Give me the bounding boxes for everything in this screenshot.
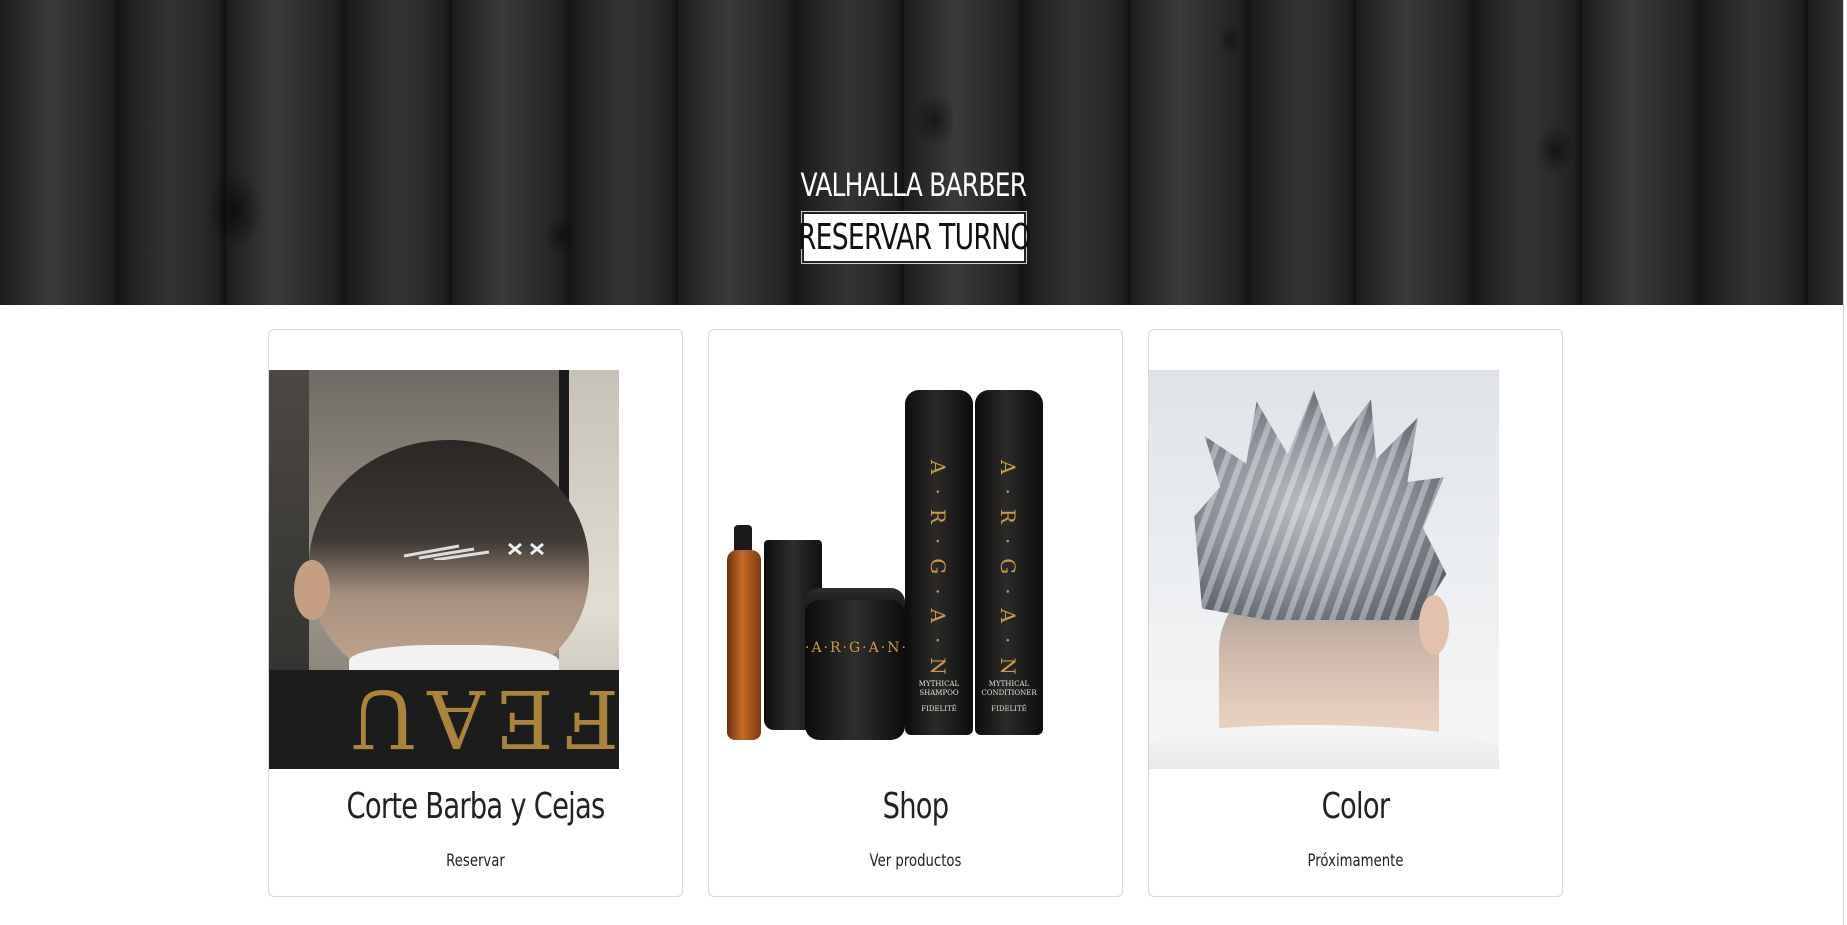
coming-soon-link[interactable]: Próximamente — [1194, 851, 1516, 871]
service-card-corte: FEAU Corte Barba y Cejas Reservar — [268, 329, 683, 897]
brand-title: VALHALLA BARBER — [800, 166, 1027, 204]
view-products-link[interactable]: Ver productos — [754, 851, 1076, 871]
card-title: Color — [1321, 786, 1390, 827]
scrollbar[interactable] — [1843, 0, 1847, 925]
haircut-photo: FEAU — [269, 370, 619, 769]
reserve-turn-label: RESERVAR TURNO — [797, 217, 1031, 258]
reserve-link[interactable]: Reservar — [314, 851, 636, 871]
products-photo: ·A·R·G·A·N· A·R·G·A·N MYTHICAL SHAMPOO F… — [709, 370, 1059, 769]
jar-label: ·A·R·G·A·N· — [805, 640, 908, 656]
shampoo-bottle: A·R·G·A·N MYTHICAL SHAMPOO FIDELITÉ — [905, 390, 973, 735]
hair-color-photo — [1149, 370, 1499, 769]
conditioner-bottle: A·R·G·A·N MYTHICAL CONDITIONER FIDELITÉ — [975, 390, 1043, 735]
card-title: Corte Barba y Cejas — [346, 786, 606, 827]
card-title: Shop — [882, 786, 950, 827]
hero-banner: VALHALLA BARBER RESERVAR TURNO — [0, 0, 1843, 305]
service-card-shop: ·A·R·G·A·N· A·R·G·A·N MYTHICAL SHAMPOO F… — [708, 329, 1123, 897]
reserve-turn-button[interactable]: RESERVAR TURNO — [798, 211, 1031, 264]
service-card-color: Color Próximamente — [1148, 329, 1563, 897]
